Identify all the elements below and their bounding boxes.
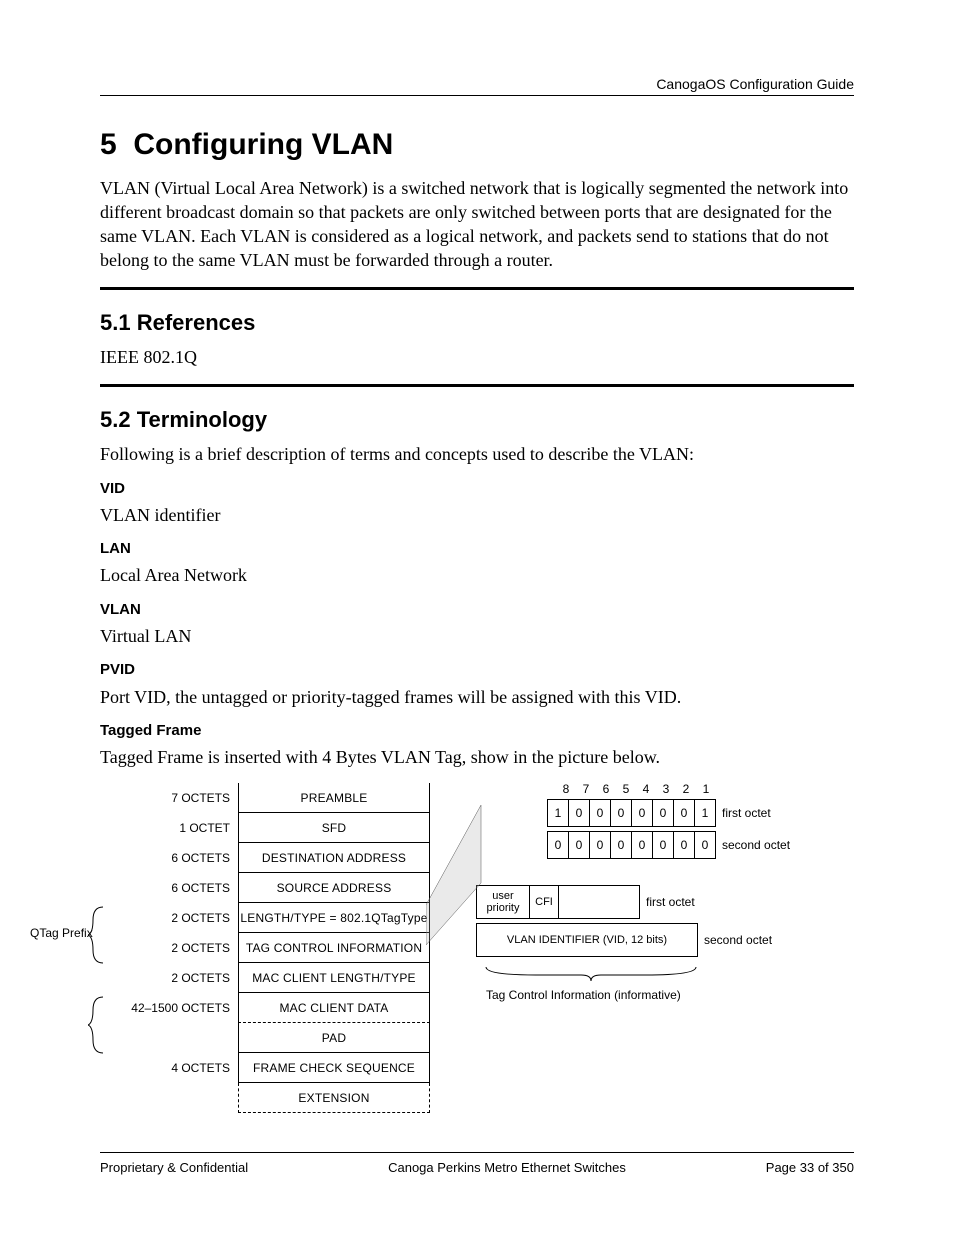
frame-field-sfd: SFD bbox=[238, 813, 430, 843]
octet-label: first octet bbox=[716, 807, 806, 819]
qtag-prefix-label: QTag Prefix bbox=[30, 927, 93, 939]
section-title: Terminology bbox=[137, 407, 267, 432]
header-rule bbox=[100, 95, 854, 96]
frame-field-tci: TAG CONTROL INFORMATION bbox=[238, 933, 430, 963]
bit-num: 4 bbox=[636, 783, 656, 795]
octet-label: 42–1500 OCTETS bbox=[100, 1002, 238, 1014]
bit-num: 2 bbox=[676, 783, 696, 795]
bit-cell: 0 bbox=[610, 799, 631, 827]
bit-num: 7 bbox=[576, 783, 596, 795]
page: CanogaOS Configuration Guide 5 Configuri… bbox=[0, 0, 954, 1235]
bit-cell: 0 bbox=[673, 799, 694, 827]
section-rule bbox=[100, 287, 854, 290]
section-title: References bbox=[137, 310, 256, 335]
bit-cell: 0 bbox=[673, 831, 694, 859]
bit-cell: 0 bbox=[547, 831, 568, 859]
intro-paragraph: VLAN (Virtual Local Area Network) is a s… bbox=[100, 176, 854, 273]
footer-right: Page 33 of 350 bbox=[766, 1159, 854, 1177]
term-heading-lan: LAN bbox=[100, 539, 854, 559]
octet-label: 2 OCTETS bbox=[100, 972, 238, 984]
chapter-heading: 5 Configuring VLAN bbox=[100, 125, 854, 166]
bit-cell: 0 bbox=[568, 799, 589, 827]
bit-cell: 0 bbox=[610, 831, 631, 859]
tci-informative-note: Tag Control Information (informative) bbox=[476, 989, 806, 1001]
bit-num: 8 bbox=[556, 783, 576, 795]
frame-field-tagtype: LENGTH/TYPE = 802.1QTagType bbox=[238, 903, 430, 933]
bit-cell: 0 bbox=[631, 831, 652, 859]
footer: Proprietary & Confidential Canoga Perkin… bbox=[100, 1152, 854, 1177]
frame-field-preamble: PREAMBLE bbox=[238, 783, 430, 813]
term-heading-tagged-frame: Tagged Frame bbox=[100, 721, 854, 741]
octet-label: second octet bbox=[698, 934, 788, 946]
bit-cell: 0 bbox=[589, 831, 610, 859]
bit-cell: 0 bbox=[694, 831, 716, 859]
bit-cell: 1 bbox=[694, 799, 716, 827]
tci-row: user priority CFI first octet bbox=[476, 885, 806, 919]
frame-diagram: 7 OCTETSPREAMBLE 1 OCTETSFD 6 OCTETSDEST… bbox=[100, 783, 854, 1113]
content: 5 Configuring VLAN VLAN (Virtual Local A… bbox=[100, 125, 854, 1113]
tci-user-priority: user priority bbox=[476, 885, 529, 919]
tci-cfi: CFI bbox=[529, 885, 558, 919]
bit-header: 8 7 6 5 4 3 2 1 bbox=[476, 783, 806, 795]
octet-label: second octet bbox=[716, 839, 806, 851]
term-body-vlan: Virtual LAN bbox=[100, 624, 854, 648]
bit-num: 1 bbox=[696, 783, 716, 795]
footer-center: Canoga Perkins Metro Ethernet Switches bbox=[388, 1159, 626, 1177]
bit-cell: 0 bbox=[652, 831, 673, 859]
term-body-pvid: Port VID, the untagged or priority-tagge… bbox=[100, 685, 854, 709]
chapter-number: 5 bbox=[100, 128, 117, 161]
section-references-heading: 5.1 References bbox=[100, 308, 854, 338]
frame-field-sa: SOURCE ADDRESS bbox=[238, 873, 430, 903]
frame-field-lentype: MAC CLIENT LENGTH/TYPE bbox=[238, 963, 430, 993]
terminology-intro: Following is a brief description of term… bbox=[100, 442, 854, 466]
bit-cell: 0 bbox=[568, 831, 589, 859]
bit-num: 3 bbox=[656, 783, 676, 795]
bit-num: 6 bbox=[596, 783, 616, 795]
octet-label: 7 OCTETS bbox=[100, 792, 238, 804]
frame-right: 8 7 6 5 4 3 2 1 1 0 0 0 bbox=[476, 783, 806, 1113]
term-body-lan: Local Area Network bbox=[100, 563, 854, 587]
octet-label: 6 OCTETS bbox=[100, 852, 238, 864]
underbrace-icon bbox=[476, 963, 706, 983]
bit-cell: 0 bbox=[652, 799, 673, 827]
section-number: 5.1 bbox=[100, 310, 131, 335]
frame-field-extension: EXTENSION bbox=[238, 1083, 430, 1113]
term-heading-vid: VID bbox=[100, 479, 854, 499]
bit-cell: 0 bbox=[631, 799, 652, 827]
section-terminology-heading: 5.2 Terminology bbox=[100, 405, 854, 435]
section-rule bbox=[100, 384, 854, 387]
tci-empty bbox=[558, 885, 640, 919]
bit-num: 5 bbox=[616, 783, 636, 795]
octet-label: 4 OCTETS bbox=[100, 1062, 238, 1074]
section-number: 5.2 bbox=[100, 407, 131, 432]
term-heading-vlan: VLAN bbox=[100, 600, 854, 620]
frame-field-pad: PAD bbox=[238, 1023, 430, 1053]
term-heading-pvid: PVID bbox=[100, 660, 854, 680]
octet-label: 6 OCTETS bbox=[100, 882, 238, 894]
references-body: IEEE 802.1Q bbox=[100, 345, 854, 369]
octet-label: 1 OCTET bbox=[100, 822, 238, 834]
chapter-title: Configuring VLAN bbox=[133, 128, 393, 161]
frame-left: 7 OCTETSPREAMBLE 1 OCTETSFD 6 OCTETSDEST… bbox=[100, 783, 436, 1113]
term-body-tagged-frame: Tagged Frame is inserted with 4 Bytes VL… bbox=[100, 745, 854, 769]
frame-field-fcs: FRAME CHECK SEQUENCE bbox=[238, 1053, 430, 1083]
tci-row: VLAN IDENTIFIER (VID, 12 bits) second oc… bbox=[476, 923, 806, 957]
bit-cell: 1 bbox=[547, 799, 568, 827]
byte-row: 1 0 0 0 0 0 0 1 first octet bbox=[476, 799, 806, 827]
frame-field-clientdata: MAC CLIENT DATA bbox=[238, 993, 430, 1023]
octet-label: 2 OCTETS bbox=[100, 912, 238, 924]
octet-label: first octet bbox=[640, 896, 730, 908]
byte-row: 0 0 0 0 0 0 0 0 second octet bbox=[476, 831, 806, 859]
bit-cell: 0 bbox=[589, 799, 610, 827]
tci-vid: VLAN IDENTIFIER (VID, 12 bits) bbox=[476, 923, 698, 957]
frame-field-da: DESTINATION ADDRESS bbox=[238, 843, 430, 873]
footer-left: Proprietary & Confidential bbox=[100, 1159, 248, 1177]
term-body-vid: VLAN identifier bbox=[100, 503, 854, 527]
octet-label: 2 OCTETS bbox=[100, 942, 238, 954]
header-right: CanogaOS Configuration Guide bbox=[656, 75, 854, 94]
